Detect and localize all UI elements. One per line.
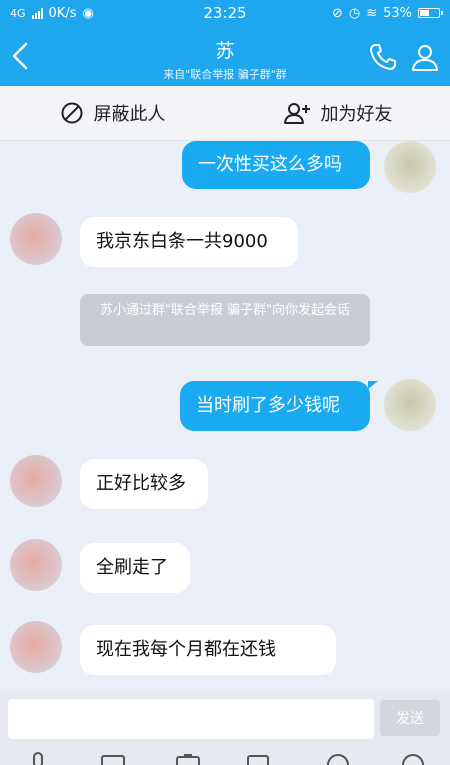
status-bar: 4G 0K/s ◉ 23:25 ⊘ ◷ ≋ 53% (0, 0, 450, 26)
battery-icon (418, 8, 443, 18)
camera-icon[interactable] (175, 751, 201, 765)
chat-header: 苏 来自"联合举报 骗子群"群 (0, 26, 450, 86)
more-icon[interactable] (400, 751, 426, 765)
weibo-icon: ◉ (82, 5, 94, 21)
block-icon (61, 102, 82, 124)
incoming-message[interactable]: 我京东白条一共9000 (80, 217, 298, 267)
wifi-icon: ≋ (366, 5, 378, 21)
add-friend-icon (283, 103, 310, 124)
phone-icon[interactable] (368, 42, 398, 72)
mute-icon: ⊘ (331, 5, 343, 21)
message-text: 我京东白条一共9000 (96, 231, 268, 252)
message-text: 全刷走了 (96, 557, 168, 578)
input-bar: 发送 (0, 691, 450, 765)
chat-title-block: 苏 来自"联合举报 骗子群"群 (90, 36, 360, 82)
red-packet-icon[interactable] (245, 751, 271, 765)
network-label: 4G (10, 6, 26, 20)
alarm-icon: ◷ (348, 5, 361, 21)
sender-avatar[interactable] (10, 539, 62, 591)
block-user-button[interactable]: 屏蔽此人 (0, 86, 225, 140)
message-text: 一次性买这么多吗 (198, 154, 342, 175)
signal-icon (31, 7, 43, 19)
add-friend-label: 加为好友 (320, 104, 393, 125)
incoming-message[interactable]: 正好比较多 (80, 459, 208, 509)
action-bar: 屏蔽此人 加为好友 (0, 86, 450, 141)
chat-messages: 一次性买这么多吗 我京东白条一共9000 苏小通过群"联合举报 骗子群"向你发起… (0, 141, 450, 691)
chat-title: 苏 (215, 40, 235, 62)
my-avatar[interactable] (384, 379, 436, 431)
my-avatar[interactable] (384, 141, 436, 193)
message-input[interactable] (8, 699, 374, 739)
emoji-icon[interactable] (325, 751, 351, 765)
message-text: 当时刷了多少钱呢 (196, 395, 340, 416)
system-notice: 苏小通过群"联合举报 骗子群"向你发起会话 (80, 294, 370, 346)
bubble-tail (368, 381, 378, 389)
message-text: 现在我每个月都在还钱 (96, 639, 276, 660)
incoming-message[interactable]: 现在我每个月都在还钱 (80, 625, 336, 675)
sender-avatar[interactable] (10, 213, 62, 265)
send-button[interactable]: 发送 (380, 700, 440, 736)
toolbar-row (0, 751, 450, 765)
battery-percent: 53% (383, 5, 412, 21)
block-user-label: 屏蔽此人 (93, 104, 166, 125)
sender-avatar[interactable] (10, 455, 62, 507)
outgoing-message[interactable]: 当时刷了多少钱呢 (180, 381, 370, 431)
person-icon[interactable] (410, 42, 440, 72)
sender-avatar[interactable] (10, 621, 62, 673)
outgoing-message[interactable]: 一次性买这么多吗 (182, 141, 370, 189)
message-text: 正好比较多 (96, 473, 186, 494)
incoming-message[interactable]: 全刷走了 (80, 543, 190, 593)
image-icon[interactable] (100, 751, 126, 765)
chat-subtitle: 来自"联合举报 骗子群"群 (163, 68, 287, 81)
microphone-icon[interactable] (25, 751, 51, 765)
back-icon[interactable] (8, 40, 32, 72)
network-speed: 0K/s (48, 5, 77, 21)
add-friend-button[interactable]: 加为好友 (225, 86, 450, 140)
